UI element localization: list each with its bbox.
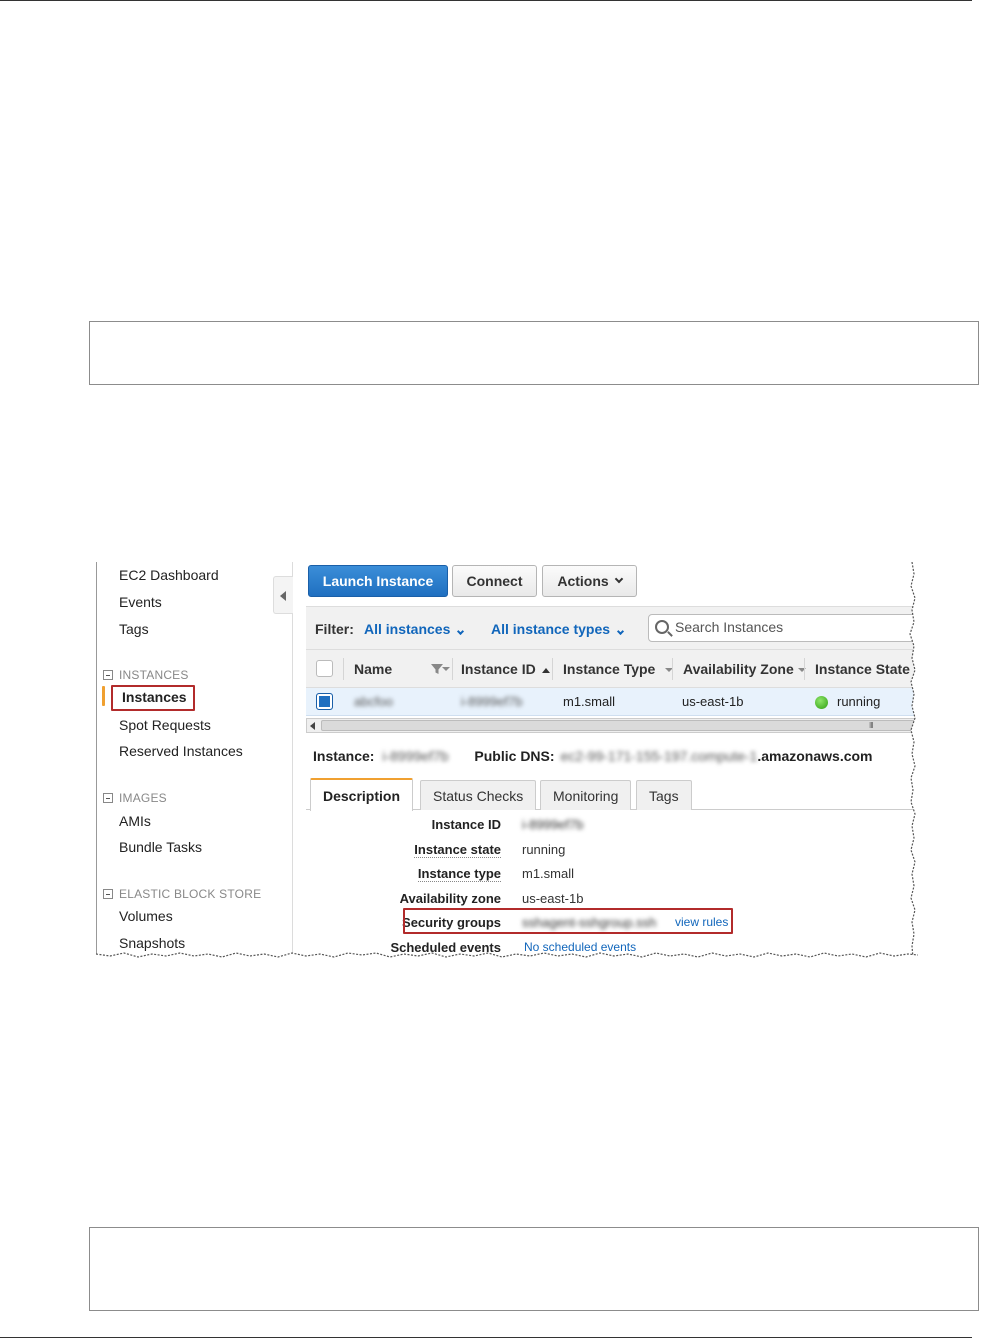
sidebar-item-bundle-tasks[interactable]: Bundle Tasks <box>119 839 202 855</box>
sidebar-collapse-toggle[interactable] <box>273 576 293 614</box>
section-heading: ELASTIC BLOCK STORE <box>119 887 262 901</box>
filter-bar: Filter: All instances All instance types <box>306 606 918 650</box>
field-label-availability-zone: Availability zone <box>399 891 501 906</box>
actions-label: Actions <box>557 573 609 589</box>
details-tabs: Description Status Checks Monitoring Tag… <box>306 778 918 811</box>
field-label-instance-state: Instance state <box>301 842 501 858</box>
sidebar-item-amis[interactable]: AMIs <box>119 813 151 829</box>
active-indicator <box>102 686 105 706</box>
sort-ascending-icon <box>541 667 550 673</box>
section-heading: IMAGES <box>119 791 167 805</box>
collapse-icon[interactable] <box>103 889 113 899</box>
sidebar-item-tags[interactable]: Tags <box>119 621 149 637</box>
row-checkbox[interactable] <box>316 693 333 710</box>
column-divider <box>804 658 805 680</box>
column-label: Availability Zone <box>683 661 794 677</box>
actions-button[interactable]: Actions <box>542 565 637 597</box>
column-divider <box>672 658 673 680</box>
horizontal-scrollbar[interactable]: III <box>306 718 918 733</box>
cell-name: abcfoo <box>354 694 394 709</box>
page-bottom-rule <box>0 1337 972 1338</box>
sidebar-item-spot-requests[interactable]: Spot Requests <box>119 717 211 733</box>
document-content-box <box>89 321 979 385</box>
launch-instance-button[interactable]: Launch Instance <box>308 565 448 597</box>
connect-button[interactable]: Connect <box>452 565 537 597</box>
sidebar-section-instances[interactable]: INSTANCES <box>103 668 189 682</box>
field-value-instance-type: m1.small <box>522 866 575 881</box>
cell-instance-id: i-8999ef7b <box>461 694 523 709</box>
section-heading: INSTANCES <box>119 668 189 682</box>
table-row[interactable]: abcfoo i-8999ef7b m1.small us-east-1b ru… <box>306 688 918 716</box>
scrollbar-thumb[interactable] <box>321 720 917 731</box>
screenshot-border <box>96 562 97 958</box>
document-content-box <box>89 1227 979 1311</box>
sidebar-item-snapshots[interactable]: Snapshots <box>119 935 185 951</box>
field-label-text: Instance type <box>417 866 501 882</box>
column-divider <box>552 658 553 680</box>
table-header: Name Instance ID Instance Type Availabil… <box>306 650 918 688</box>
sidebar-item-ec2-dashboard[interactable]: EC2 Dashboard <box>119 567 219 583</box>
page-top-rule <box>0 0 972 1</box>
running-status-icon <box>815 696 828 709</box>
scroll-left-arrow-icon[interactable] <box>310 722 315 730</box>
cell-instance-state: running <box>837 694 881 709</box>
cell-availability-zone: us-east-1b <box>682 694 744 709</box>
column-divider <box>452 658 453 680</box>
field-label-text: Instance state <box>414 842 501 858</box>
collapse-icon[interactable] <box>103 793 113 803</box>
sidebar-item-reserved-instances[interactable]: Reserved Instances <box>119 743 243 759</box>
public-dns-value: ec2-99-171-155-197.compute-1 <box>560 748 758 764</box>
field-label-instance-type: Instance type <box>301 866 501 882</box>
torn-edge-bottom <box>96 952 918 960</box>
highlight-box-security-groups <box>403 908 733 934</box>
ec2-sidebar: EC2 Dashboard Events Tags INSTANCES Inst… <box>96 562 293 958</box>
column-label: Instance Type <box>563 661 656 677</box>
tab-tags[interactable]: Tags <box>636 780 692 810</box>
sidebar-item-events[interactable]: Events <box>119 594 162 610</box>
search-box[interactable] <box>648 614 918 642</box>
instance-summary-line: Instance: i-8999ef7b Public DNS: ec2-99-… <box>313 748 873 764</box>
column-header-availability-zone[interactable]: Availability Zone <box>683 661 806 677</box>
column-header-instance-id[interactable]: Instance ID <box>461 661 550 677</box>
search-input[interactable] <box>675 619 905 635</box>
tab-monitoring[interactable]: Monitoring <box>540 780 632 810</box>
torn-edge-right <box>909 562 918 958</box>
highlight-box-instances <box>111 685 195 711</box>
column-divider <box>343 658 344 680</box>
field-label-instance-id: Instance ID <box>431 817 501 832</box>
collapse-icon[interactable] <box>103 670 113 680</box>
field-value-instance-id: i-8999ef7b <box>522 817 584 832</box>
cell-instance-type: m1.small <box>563 694 616 709</box>
column-label: Instance ID <box>461 661 536 677</box>
column-header-instance-type[interactable]: Instance Type <box>563 661 674 677</box>
sidebar-section-images[interactable]: IMAGES <box>103 791 167 805</box>
field-value-instance-state: running <box>522 842 566 857</box>
scrollbar-grip: III <box>869 721 874 730</box>
filter-label: Filter: <box>315 621 354 637</box>
select-all-checkbox[interactable] <box>316 660 333 677</box>
tab-description[interactable]: Description <box>310 778 414 811</box>
instance-value: i-8999ef7b <box>382 748 449 764</box>
sidebar-item-volumes[interactable]: Volumes <box>119 908 173 924</box>
chevron-down-icon <box>457 627 465 636</box>
instance-label: Instance: <box>313 748 375 764</box>
ec2-console-screenshot: EC2 Dashboard Events Tags INSTANCES Inst… <box>96 562 918 958</box>
sidebar-section-elastic-block-store[interactable]: ELASTIC BLOCK STORE <box>103 887 261 901</box>
dropdown-value: All instances <box>364 621 451 637</box>
field-value-availability-zone: us-east-1b <box>522 891 584 906</box>
search-icon <box>655 620 669 634</box>
caret-down-icon <box>442 667 450 671</box>
chevron-down-icon <box>617 627 625 636</box>
column-header-name[interactable]: Name <box>354 661 392 677</box>
public-dns-suffix: .amazonaws.com <box>757 748 873 764</box>
dropdown-value: All instance types <box>491 621 611 637</box>
tab-status-checks[interactable]: Status Checks <box>420 780 537 810</box>
instance-state-filter-dropdown[interactable]: All instances <box>364 621 465 637</box>
public-dns-label: Public DNS: <box>474 748 555 764</box>
chevron-down-icon <box>614 574 623 584</box>
instance-type-filter-dropdown[interactable]: All instance types <box>491 621 625 637</box>
instances-main-panel: Launch Instance Connect Actions Filter: … <box>294 562 918 958</box>
column-header-instance-state[interactable]: Instance State <box>815 661 910 677</box>
